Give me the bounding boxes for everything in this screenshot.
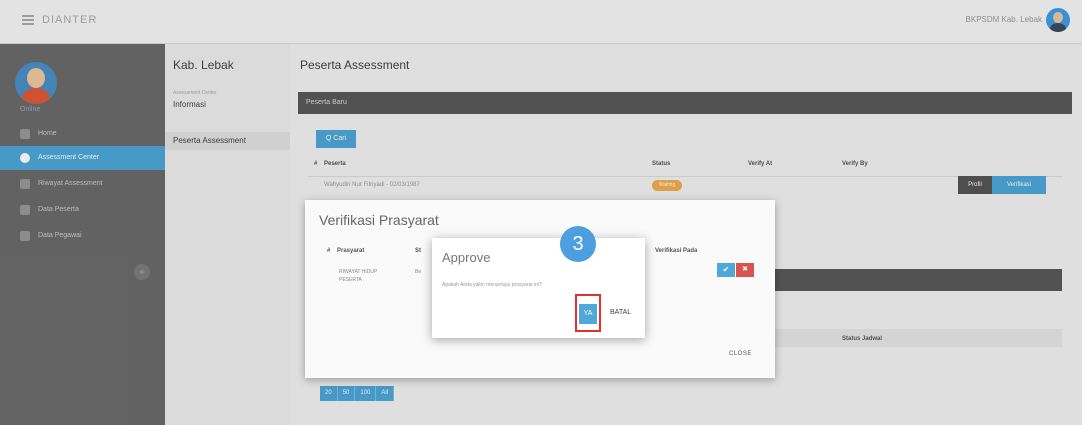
page-title: Peserta Assessment [300, 58, 410, 72]
column-header-status: Status [652, 161, 671, 167]
user-group-icon [20, 231, 30, 241]
modal-cell-prasyarat: RIWAYAT HIDUP PESERTA [339, 269, 378, 283]
collapse-sidebar-icon[interactable]: « [134, 264, 150, 280]
column-header-number: # [314, 161, 318, 167]
modal-cell-status: Be [415, 269, 422, 275]
approve-check-button[interactable]: ✔ [717, 263, 735, 277]
subnav-link-informasi[interactable]: Informasi [173, 100, 206, 109]
top-bar: DIANTER BKPSDM Kab. Lebak [0, 0, 1082, 44]
step-number-badge: 3 [560, 226, 596, 262]
table-cell-peserta: Wahyudin Nur Fitriyadi - 02/03/1987 [324, 182, 420, 188]
sidebar-item-home[interactable]: Home [0, 122, 165, 146]
subnav-caption: Assessment Center [173, 90, 217, 96]
column-header-peserta: Peserta [324, 161, 346, 167]
subnav-title: Kab. Lebak [173, 58, 234, 72]
sidebar-item-assessment-center[interactable]: Assessment Center [0, 146, 165, 170]
search-button[interactable]: Q Cari [316, 130, 356, 148]
sidebar: Online Home Assessment Center Riwayat As… [0, 44, 165, 425]
subnav-link-peserta-assessment[interactable]: Peserta Assessment [165, 132, 290, 150]
page-size-100[interactable]: 100 [355, 386, 377, 401]
hamburger-menu-icon[interactable] [22, 15, 34, 25]
app-brand: DIANTER [42, 14, 98, 26]
home-icon [20, 129, 30, 139]
profil-button[interactable]: Profil [958, 176, 992, 194]
reject-button[interactable]: ✖ [736, 263, 754, 277]
modal-column-number: # [327, 248, 331, 254]
batal-button[interactable]: BATAL [610, 309, 631, 316]
close-button[interactable]: CLOSE [729, 351, 752, 357]
sub-navigation: Kab. Lebak Assessment Center Informasi P… [165, 44, 290, 425]
profile-avatar-icon [15, 62, 57, 104]
table-divider [308, 176, 1063, 177]
modal-column-status: St [415, 248, 421, 254]
ya-button[interactable]: YA [579, 304, 597, 324]
page-size-50[interactable]: 50 [337, 386, 356, 401]
online-status: Online [20, 106, 41, 113]
sidebar-item-riwayat-assessment[interactable]: Riwayat Assessment [0, 172, 165, 196]
verifikasi-button[interactable]: Verifikasi [992, 176, 1046, 194]
modal-title: Verifikasi Prasyarat [319, 212, 439, 228]
page-size-20[interactable]: 20 [320, 386, 338, 401]
panel-header: Peserta Baru [298, 92, 1072, 114]
modal-column-verifikasi-pada: Verifikasi Pada [655, 248, 698, 254]
sidebar-item-data-peserta[interactable]: Data Peserta [0, 198, 165, 222]
page-size-all[interactable]: All [376, 386, 395, 401]
approve-message: Apakah Anda yakin menyetujui prasyarat i… [442, 282, 542, 288]
history-icon [20, 179, 30, 189]
approve-title: Approve [442, 250, 491, 265]
user-avatar-icon[interactable] [1046, 8, 1070, 32]
column-header-verify-at: Verify At [748, 161, 773, 167]
status-badge: Waiting [652, 180, 682, 191]
check-circle-icon [20, 153, 30, 163]
column-header-verify-by: Verify By [842, 161, 868, 167]
modal-column-prasyarat: Prasyarat [337, 248, 365, 254]
page-size-selector: 20 50 100 All [320, 386, 395, 401]
user-name[interactable]: BKPSDM Kab. Lebak [966, 15, 1042, 24]
column-header-status-jadwal: Status Jadwal [842, 336, 883, 342]
users-icon [20, 205, 30, 215]
sidebar-item-data-pegawai[interactable]: Data Pegawai [0, 224, 165, 248]
approve-dialog: Approve Apakah Anda yakin menyetujui pra… [432, 238, 645, 338]
